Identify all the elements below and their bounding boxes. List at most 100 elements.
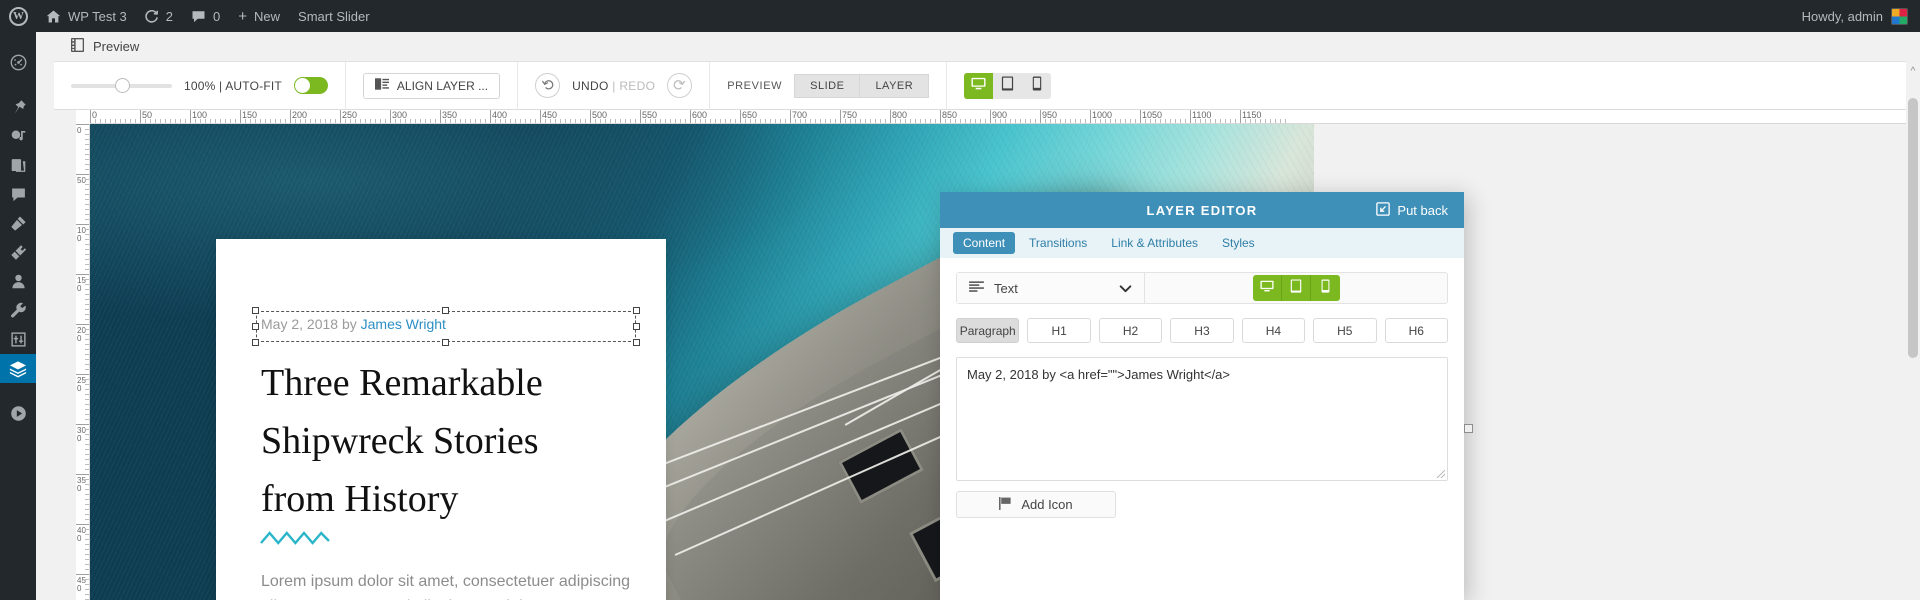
resize-handle-tr[interactable] [633,307,640,314]
preview-mode-layer[interactable]: LAYER [859,73,930,98]
layer-editor-header[interactable]: LAYER EDITOR Put back [940,192,1464,228]
ruler-tick-minor-v [85,369,89,370]
account-menu[interactable]: Howdy, admin [1802,7,1920,25]
page-scrollbar-track[interactable]: ^ [1906,32,1920,600]
undo-button[interactable] [535,73,561,98]
smart-slider-menu[interactable]: Smart Slider [289,0,379,32]
scroll-up-arrow[interactable]: ^ [1908,66,1918,78]
ruler-tick-minor-v [85,439,89,440]
page-scrollbar-thumb[interactable] [1908,98,1918,358]
slide-body-text[interactable]: Lorem ipsum dolor sit amet, consectetuer… [261,569,636,600]
resize-handle-bl[interactable] [252,339,259,346]
heading-h5[interactable]: H5 [1313,318,1377,343]
ruler-tick-minor [1125,119,1126,123]
ruler-tick-minor-v [85,129,89,130]
resize-handle-ml[interactable] [252,322,259,330]
ruler-tick-minor [365,119,366,123]
settings-sliders-icon [10,331,27,348]
ruler-tick-minor [725,119,726,123]
new-content-menu[interactable]: + New [229,0,289,32]
ruler-corner [76,110,90,124]
ruler-tick-minor [630,119,631,123]
heading-h3[interactable]: H3 [1170,318,1234,343]
layer-editor-panel: LAYER EDITOR Put back Content Transition… [940,192,1464,600]
device-desktop-button[interactable] [964,72,994,99]
tab-transitions[interactable]: Transitions [1019,232,1097,254]
redo-button[interactable] [667,73,693,98]
panel-resize-grip[interactable] [1464,424,1473,433]
ruler-tick-minor [595,119,596,123]
heading-h4[interactable]: H4 [1241,318,1306,343]
resize-handle-tl[interactable] [252,307,259,314]
autofit-toggle[interactable] [293,77,328,94]
ruler-tick-minor [295,119,296,123]
resize-handle-br[interactable] [633,339,640,346]
ruler-tick-minor [150,119,151,123]
heading-h1[interactable]: H1 [1027,318,1091,343]
selected-layer-bounds[interactable]: May 2, 2018 by James Wright [252,307,640,346]
sidebar-item-media-player[interactable] [0,399,36,428]
ruler-tick-minor [955,119,956,123]
preview-mode-slide[interactable]: SLIDE [794,73,860,98]
wp-logo-menu[interactable]: W [0,0,37,32]
heading-paragraph[interactable]: Paragraph [956,318,1020,343]
add-icon-button[interactable]: Add Icon [956,491,1116,518]
ruler-tick-minor [495,119,496,123]
site-name-menu[interactable]: WP Test 3 [37,0,136,32]
sidebar-item-dashboard[interactable] [0,48,36,77]
sidebar-item-users[interactable] [0,267,36,296]
heading-h6[interactable]: H6 [1384,318,1448,343]
plus-icon: + [238,7,248,25]
layer-type-select[interactable]: Text [957,273,1145,303]
sidebar-item-plugins[interactable] [0,238,36,267]
ruler-tick-minor [645,119,646,123]
comments-menu[interactable]: 0 [182,0,229,32]
ruler-tick-minor [1280,119,1281,123]
tab-link-attributes[interactable]: Link & Attributes [1101,232,1208,254]
ruler-tick-minor-v [85,379,89,380]
sidebar-item-posts[interactable] [0,93,36,122]
resize-handle-mr[interactable] [633,322,640,330]
ruler-tick-minor [695,119,696,123]
layer-device-mobile[interactable] [1310,275,1340,301]
sidebar-item-tools[interactable] [0,296,36,325]
sidebar-item-smart-slider[interactable] [0,354,44,383]
sidebar-item-pages[interactable] [0,151,36,180]
ruler-tick-minor [960,119,961,123]
ruler-tick-minor [1175,119,1176,123]
layer-meta-author-link[interactable]: James Wright [361,316,446,332]
ruler-label: 1000 [1092,110,1113,120]
ruler-tick-minor-v [85,404,89,405]
preview-mode-group: PREVIEW SLIDE LAYER [710,61,948,110]
tab-styles[interactable]: Styles [1212,232,1265,254]
ruler-tick-minor [255,119,256,123]
device-tablet-button[interactable] [993,72,1023,99]
ruler-tick-minor-v [85,184,89,185]
ruler-tick-minor [1275,119,1276,123]
ruler-tick-minor [1005,119,1006,123]
resize-handle-bc[interactable] [442,339,449,346]
sidebar-item-comments[interactable] [0,180,36,209]
sidebar-item-appearance[interactable] [0,209,36,238]
slide-heading[interactable]: Three Remarkable Shipwreck Stories from … [261,354,611,528]
tab-content[interactable]: Content [953,232,1016,254]
layer-device-tablet[interactable] [1281,275,1311,301]
align-layer-button[interactable]: ALIGN LAYER ... [362,72,501,99]
zoom-slider[interactable] [71,77,172,93]
content-textarea[interactable]: May 2, 2018 by <a href="">James Wright</… [956,357,1448,481]
sidebar-item-media[interactable] [0,122,36,151]
updates-menu[interactable]: 2 [136,0,182,32]
ruler-tick-minor-v [85,214,89,215]
put-back-button[interactable]: Put back [1376,192,1448,228]
heading-h2[interactable]: H2 [1098,318,1163,343]
ruler-tick-minor-v [85,589,89,590]
ruler-tick-major-v [76,374,89,375]
textarea-resize-grip[interactable] [1437,470,1445,478]
preview-label[interactable]: Preview [93,39,139,54]
slide-content-card[interactable]: May 2, 2018 by James Wright Three Remark… [216,239,666,600]
sidebar-item-settings[interactable] [0,325,36,354]
layer-device-desktop[interactable] [1252,275,1282,301]
zoom-slider-knob[interactable] [115,77,130,93]
resize-handle-tc[interactable] [442,307,449,314]
device-mobile-button[interactable] [1022,72,1052,99]
